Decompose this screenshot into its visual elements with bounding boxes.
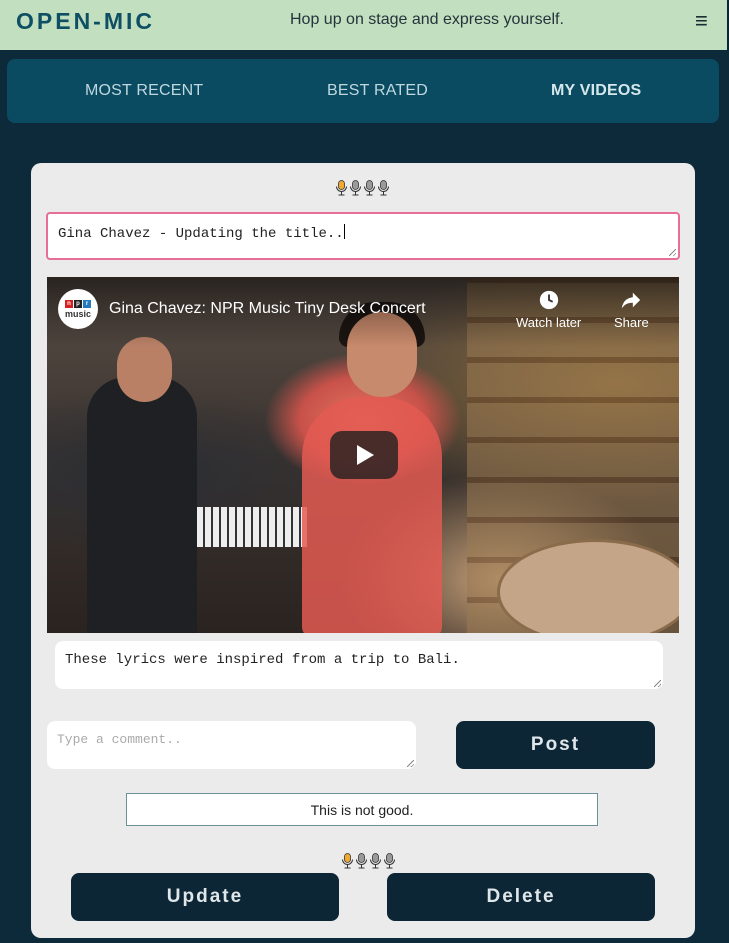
mic-filled-icon[interactable]	[335, 180, 348, 196]
post-rating[interactable]	[335, 180, 390, 196]
title-input[interactable]: Gina Chavez - Updating the title..	[46, 212, 680, 260]
tab-my-videos[interactable]: MY VIDEOS	[551, 82, 641, 100]
mic-empty-icon[interactable]	[349, 180, 362, 196]
watch-later-label: Watch later	[516, 315, 582, 330]
video-post-card: Gina Chavez - Updating the title.. npr m…	[31, 163, 695, 938]
mic-empty-icon[interactable]	[369, 853, 382, 869]
logo[interactable]: OPEN-MIC	[16, 8, 155, 35]
tab-most-recent[interactable]: MOST RECENT	[85, 82, 203, 100]
share-button[interactable]: Share	[614, 289, 649, 330]
video-title[interactable]: Gina Chavez: NPR Music Tiny Desk Concert	[109, 300, 426, 318]
share-label: Share	[614, 315, 649, 330]
comment-input[interactable]: Type a comment..	[47, 721, 416, 769]
description-input[interactable]: These lyrics were inspired from a trip t…	[55, 641, 663, 689]
comment-item: This is not good.	[126, 793, 598, 826]
clock-icon	[539, 290, 558, 310]
description-value: These lyrics were inspired from a trip t…	[65, 652, 460, 668]
text-cursor	[343, 224, 345, 239]
tab-best-rated[interactable]: BEST RATED	[327, 82, 428, 100]
npr-music-logo[interactable]: npr music	[58, 289, 98, 329]
mic-empty-icon[interactable]	[377, 180, 390, 196]
resize-handle-icon[interactable]	[407, 760, 414, 767]
mic-empty-icon[interactable]	[363, 180, 376, 196]
tagline: Hop up on stage and express yourself.	[290, 11, 564, 28]
update-button[interactable]: Update	[71, 873, 339, 921]
thumbnail-keyboard	[197, 507, 307, 547]
comment-rating[interactable]	[341, 853, 396, 869]
post-button[interactable]: Post	[456, 721, 655, 769]
site-header: OPEN-MIC Hop up on stage and express you…	[0, 0, 729, 50]
resize-handle-icon[interactable]	[669, 249, 676, 256]
mic-empty-icon[interactable]	[383, 853, 396, 869]
resize-handle-icon[interactable]	[654, 680, 661, 687]
delete-button[interactable]: Delete	[387, 873, 655, 921]
thumbnail-guitarist	[87, 377, 197, 633]
hamburger-menu-icon[interactable]: ≡	[695, 8, 708, 34]
mic-empty-icon[interactable]	[355, 853, 368, 869]
play-icon[interactable]	[330, 431, 398, 479]
mic-filled-icon[interactable]	[341, 853, 354, 869]
share-icon	[622, 292, 641, 309]
comment-text: This is not good.	[310, 801, 414, 818]
title-input-value: Gina Chavez - Updating the title..	[58, 226, 344, 242]
comment-placeholder: Type a comment..	[57, 732, 182, 747]
video-player[interactable]: npr music Gina Chavez: NPR Music Tiny De…	[47, 277, 679, 633]
watch-later-button[interactable]: Watch later	[516, 289, 581, 330]
tab-bar: MOST RECENT BEST RATED MY VIDEOS	[7, 59, 719, 123]
